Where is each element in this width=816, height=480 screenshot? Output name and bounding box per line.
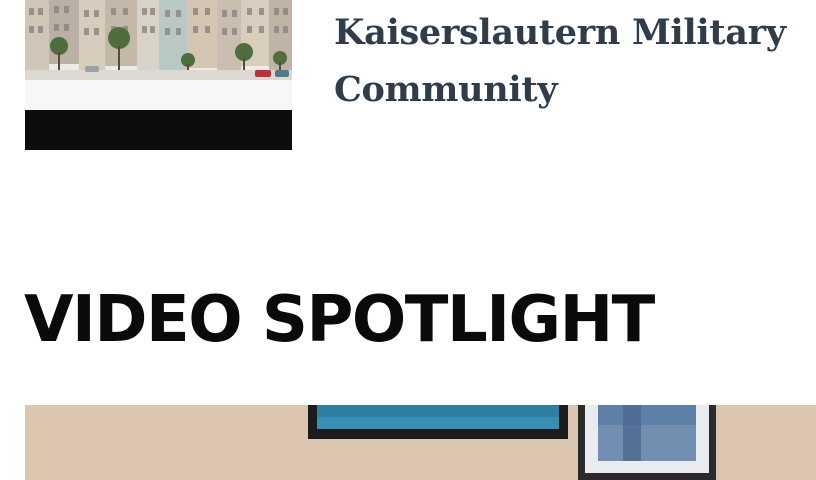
wall-painting-small: [578, 405, 716, 480]
video-thumbnail[interactable]: [25, 405, 816, 480]
article-card[interactable]: Kaiserslautern Military Community: [0, 0, 816, 160]
article-thumbnail[interactable]: [25, 0, 292, 150]
section-heading: VIDEO SPOTLIGHT: [24, 283, 655, 357]
article-title-link[interactable]: Kaiserslautern Military Community: [334, 4, 804, 118]
wall-painting-large: [308, 405, 568, 439]
